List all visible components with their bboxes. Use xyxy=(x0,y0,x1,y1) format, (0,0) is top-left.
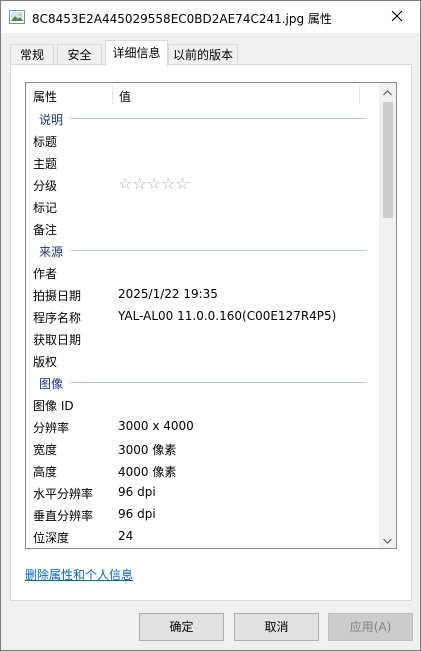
table-row[interactable]: 主题 xyxy=(26,151,381,173)
table-row[interactable]: 程序名称 YAL-AL00 11.0.0.160(C00E127R4P5) xyxy=(26,305,381,327)
property-name: 获取日期 xyxy=(33,333,82,347)
table-row[interactable]: 备注 xyxy=(26,217,381,239)
property-name: 备注 xyxy=(33,223,58,237)
table-row[interactable]: 宽度 3000 像素 xyxy=(26,437,381,459)
tab-details[interactable]: 详细信息 xyxy=(105,40,168,66)
property-value[interactable]: 3000 像素 xyxy=(118,441,176,458)
group-divider xyxy=(70,382,366,383)
group-label: 图像 xyxy=(39,377,64,391)
column-header: 属性 值 xyxy=(26,83,381,107)
property-name: 宽度 xyxy=(33,443,58,457)
group-divider xyxy=(70,250,366,251)
table-row[interactable]: 垂直分辨率 96 dpi xyxy=(26,503,381,525)
remove-properties-link[interactable]: 删除属性和个人信息 xyxy=(25,566,133,583)
property-name: 分辨率 xyxy=(33,421,70,435)
property-value[interactable]: 96 dpi xyxy=(118,485,156,499)
close-button[interactable] xyxy=(374,1,420,33)
property-name: 版权 xyxy=(33,355,58,369)
group-origin: 来源 xyxy=(26,239,381,261)
chevron-down-icon xyxy=(383,533,392,547)
vertical-scrollbar[interactable] xyxy=(379,83,396,548)
table-row[interactable]: 水平分辨率 96 dpi xyxy=(26,481,381,503)
tab-general[interactable]: 常规 xyxy=(10,44,54,65)
properties-dialog: 8C8453E2A445029558EC0BD2AE74C241.jpg 属性 … xyxy=(0,0,421,651)
table-row[interactable]: 位深度 24 xyxy=(26,525,381,547)
property-value[interactable]: YAL-AL00 11.0.0.160(C00E127R4P5) xyxy=(118,309,336,323)
group-description: 说明 xyxy=(26,107,381,129)
property-name: 位深度 xyxy=(33,531,70,545)
window-title: 8C8453E2A445029558EC0BD2AE74C241.jpg 属性 xyxy=(32,12,332,26)
property-name: 作者 xyxy=(33,267,58,281)
table-row[interactable]: 拍摄日期 2025/1/22 19:35 xyxy=(26,283,381,305)
property-name: 主题 xyxy=(33,157,58,171)
column-divider[interactable] xyxy=(112,85,113,105)
property-name: 程序名称 xyxy=(33,311,82,325)
property-value[interactable]: 3000 x 4000 xyxy=(118,419,194,433)
table-row[interactable]: 作者 xyxy=(26,261,381,283)
chevron-up-icon xyxy=(383,85,392,99)
group-label: 来源 xyxy=(39,245,64,259)
column-value[interactable]: 值 xyxy=(119,88,131,105)
scrollbar-thumb[interactable] xyxy=(383,102,393,218)
scroll-down-button[interactable] xyxy=(379,531,396,548)
property-name: 垂直分辨率 xyxy=(33,509,94,523)
column-divider[interactable] xyxy=(359,85,360,105)
group-divider xyxy=(70,118,366,119)
table-row[interactable]: 分辨率 3000 x 4000 xyxy=(26,415,381,437)
property-value[interactable]: 2025/1/22 19:35 xyxy=(118,287,218,301)
property-list[interactable]: 属性 值 说明 标题 主题 分级 ☆☆☆☆☆ 标记 备注 来源 作者 拍摄日期 … xyxy=(25,82,397,549)
table-row[interactable]: 获取日期 xyxy=(26,327,381,349)
tab-security[interactable]: 安全 xyxy=(57,44,102,65)
close-icon xyxy=(391,10,403,25)
table-row[interactable]: 标题 xyxy=(26,129,381,151)
property-name: 分级 xyxy=(33,179,58,193)
ok-button[interactable]: 确定 xyxy=(139,613,224,641)
group-image: 图像 xyxy=(26,371,381,393)
table-row[interactable]: 标记 xyxy=(26,195,381,217)
rating-stars[interactable]: ☆☆☆☆☆ xyxy=(118,174,190,193)
scroll-up-button[interactable] xyxy=(379,83,396,100)
group-label: 说明 xyxy=(39,113,64,127)
image-file-icon xyxy=(9,10,25,24)
property-name: 水平分辨率 xyxy=(33,487,94,501)
details-panel: 属性 值 说明 标题 主题 分级 ☆☆☆☆☆ 标记 备注 来源 作者 拍摄日期 … xyxy=(10,64,412,601)
property-value[interactable]: 4000 像素 xyxy=(118,463,176,480)
cancel-button[interactable]: 取消 xyxy=(234,613,319,641)
tab-previous-versions[interactable]: 以前的版本 xyxy=(168,44,238,65)
property-rows: 说明 标题 主题 分级 ☆☆☆☆☆ 标记 备注 来源 作者 拍摄日期 2025/… xyxy=(26,107,381,547)
property-name: 拍摄日期 xyxy=(33,289,82,303)
property-name: 高度 xyxy=(33,465,58,479)
apply-button[interactable]: 应用(A) xyxy=(328,613,413,641)
property-value[interactable]: 96 dpi xyxy=(118,507,156,521)
table-row[interactable]: 图像 ID xyxy=(26,393,381,415)
property-name: 标题 xyxy=(33,135,58,149)
property-value[interactable]: 24 xyxy=(118,529,133,543)
column-property[interactable]: 属性 xyxy=(33,88,57,105)
property-name: 图像 ID xyxy=(33,399,74,413)
title-bar[interactable]: 8C8453E2A445029558EC0BD2AE74C241.jpg 属性 xyxy=(1,1,420,33)
property-name: 标记 xyxy=(33,201,58,215)
table-row[interactable]: 版权 xyxy=(26,349,381,371)
table-row[interactable]: 分级 ☆☆☆☆☆ xyxy=(26,173,381,195)
table-row[interactable]: 高度 4000 像素 xyxy=(26,459,381,481)
